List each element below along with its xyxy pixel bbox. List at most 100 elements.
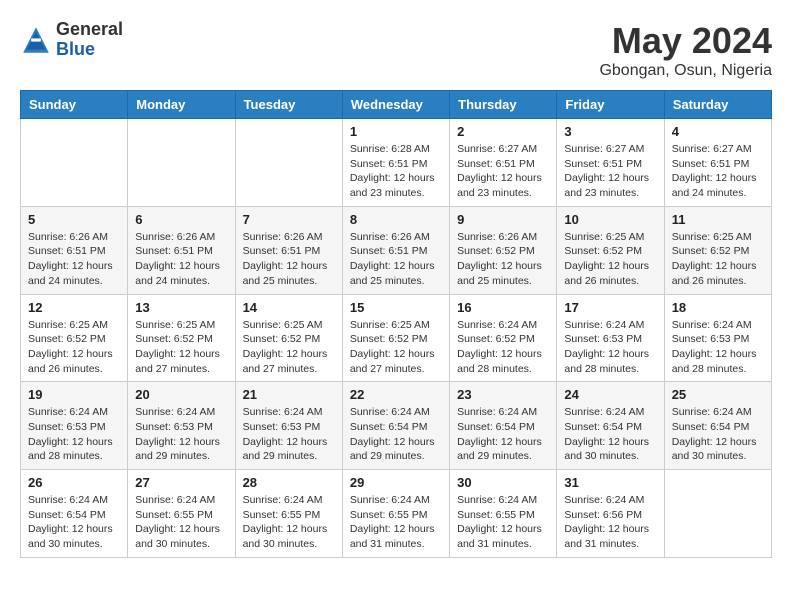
calendar-cell: 18Sunrise: 6:24 AMSunset: 6:53 PMDayligh…	[664, 294, 771, 382]
day-info: Sunrise: 6:24 AMSunset: 6:52 PMDaylight:…	[457, 318, 549, 377]
day-number: 24	[564, 387, 656, 402]
day-number: 17	[564, 300, 656, 315]
day-info: Sunrise: 6:24 AMSunset: 6:54 PMDaylight:…	[350, 405, 442, 464]
day-number: 11	[672, 212, 764, 227]
logo-icon	[20, 24, 52, 56]
day-header-saturday: Saturday	[664, 91, 771, 119]
calendar-table: SundayMondayTuesdayWednesdayThursdayFrid…	[20, 90, 772, 558]
calendar-cell	[21, 119, 128, 207]
day-info: Sunrise: 6:24 AMSunset: 6:55 PMDaylight:…	[135, 493, 227, 552]
day-number: 23	[457, 387, 549, 402]
day-info: Sunrise: 6:25 AMSunset: 6:52 PMDaylight:…	[243, 318, 335, 377]
day-number: 5	[28, 212, 120, 227]
calendar-cell	[664, 470, 771, 558]
calendar-cell	[128, 119, 235, 207]
calendar-cell: 25Sunrise: 6:24 AMSunset: 6:54 PMDayligh…	[664, 382, 771, 470]
calendar-cell: 17 Sunrise: 6:24 AMSunset: 6:53 PMDayligh…	[557, 294, 664, 382]
day-info: Sunrise: 6:24 AMSunset: 6:54 PMDaylight:…	[564, 405, 656, 464]
day-number: 19	[28, 387, 120, 402]
calendar-cell: 14Sunrise: 6:25 AMSunset: 6:52 PMDayligh…	[235, 294, 342, 382]
calendar-cell: 24 Sunrise: 6:24 AMSunset: 6:54 PMDayligh…	[557, 382, 664, 470]
calendar-cell: 16 Sunrise: 6:24 AMSunset: 6:52 PMDayligh…	[450, 294, 557, 382]
day-header-wednesday: Wednesday	[342, 91, 449, 119]
day-info: Sunrise: 6:26 AMSunset: 6:51 PMDaylight:…	[135, 230, 227, 289]
calendar-cell: 29 Sunrise: 6:24 AMSunset: 6:55 PMDayligh…	[342, 470, 449, 558]
day-number: 15	[350, 300, 442, 315]
calendar-cell: 28 Sunrise: 6:24 AMSunset: 6:55 PMDayligh…	[235, 470, 342, 558]
day-info: Sunrise: 6:27 AMSunset: 6:51 PMDaylight:…	[457, 142, 549, 201]
week-row-1: 1Sunrise: 6:28 AMSunset: 6:51 PMDaylight…	[21, 119, 772, 207]
day-info: Sunrise: 6:24 AMSunset: 6:53 PMDaylight:…	[135, 405, 227, 464]
day-number: 22	[350, 387, 442, 402]
logo-blue-text: Blue	[56, 39, 95, 59]
days-header-row: SundayMondayTuesdayWednesdayThursdayFrid…	[21, 91, 772, 119]
calendar-cell: 11Sunrise: 6:25 AMSunset: 6:52 PMDayligh…	[664, 206, 771, 294]
day-info: Sunrise: 6:24 AMSunset: 6:55 PMDaylight:…	[350, 493, 442, 552]
day-number: 1	[350, 124, 442, 139]
calendar-cell: 4 Sunrise: 6:27 AMSunset: 6:51 PMDaylight…	[664, 119, 771, 207]
calendar-cell: 1Sunrise: 6:28 AMSunset: 6:51 PMDaylight…	[342, 119, 449, 207]
day-number: 18	[672, 300, 764, 315]
day-number: 13	[135, 300, 227, 315]
title-block: May 2024 Gbongan, Osun, Nigeria	[599, 20, 772, 80]
calendar-cell: 26 Sunrise: 6:24 AMSunset: 6:54 PMDayligh…	[21, 470, 128, 558]
day-number: 9	[457, 212, 549, 227]
day-number: 4	[672, 124, 764, 139]
day-info: Sunrise: 6:24 AMSunset: 6:55 PMDaylight:…	[457, 493, 549, 552]
day-info: Sunrise: 6:26 AMSunset: 6:51 PMDaylight:…	[350, 230, 442, 289]
calendar-cell: 19 Sunrise: 6:24 AMSunset: 6:53 PMDayligh…	[21, 382, 128, 470]
calendar-cell: 15 Sunrise: 6:25 AMSunset: 6:52 PMDayligh…	[342, 294, 449, 382]
logo-general-text: General	[56, 19, 123, 39]
day-number: 27	[135, 475, 227, 490]
calendar-cell: 10Sunrise: 6:25 AMSunset: 6:52 PMDayligh…	[557, 206, 664, 294]
calendar-cell: 27 Sunrise: 6:24 AMSunset: 6:55 PMDayligh…	[128, 470, 235, 558]
day-number: 2	[457, 124, 549, 139]
day-info: Sunrise: 6:24 AMSunset: 6:54 PMDaylight:…	[28, 493, 120, 552]
calendar-cell: 3 Sunrise: 6:27 AMSunset: 6:51 PMDaylight…	[557, 119, 664, 207]
day-info: Sunrise: 6:27 AMSunset: 6:51 PMDaylight:…	[672, 142, 764, 201]
day-info: Sunrise: 6:24 AMSunset: 6:53 PMDaylight:…	[243, 405, 335, 464]
week-row-2: 5 Sunrise: 6:26 AMSunset: 6:51 PMDaylight…	[21, 206, 772, 294]
day-info: Sunrise: 6:26 AMSunset: 6:52 PMDaylight:…	[457, 230, 549, 289]
day-info: Sunrise: 6:24 AMSunset: 6:53 PMDaylight:…	[28, 405, 120, 464]
calendar-cell: 2 Sunrise: 6:27 AMSunset: 6:51 PMDaylight…	[450, 119, 557, 207]
day-number: 7	[243, 212, 335, 227]
week-row-5: 26 Sunrise: 6:24 AMSunset: 6:54 PMDayligh…	[21, 470, 772, 558]
day-info: Sunrise: 6:24 AMSunset: 6:55 PMDaylight:…	[243, 493, 335, 552]
day-info: Sunrise: 6:26 AMSunset: 6:51 PMDaylight:…	[28, 230, 120, 289]
month-title: May 2024	[599, 20, 772, 62]
calendar-cell: 6Sunrise: 6:26 AMSunset: 6:51 PMDaylight…	[128, 206, 235, 294]
day-number: 25	[672, 387, 764, 402]
calendar-cell: 7 Sunrise: 6:26 AMSunset: 6:51 PMDaylight…	[235, 206, 342, 294]
day-number: 8	[350, 212, 442, 227]
page-header: General Blue May 2024 Gbongan, Osun, Nig…	[20, 20, 772, 80]
day-number: 10	[564, 212, 656, 227]
day-number: 20	[135, 387, 227, 402]
calendar-cell: 31 Sunrise: 6:24 AMSunset: 6:56 PMDayligh…	[557, 470, 664, 558]
day-number: 28	[243, 475, 335, 490]
calendar-cell	[235, 119, 342, 207]
week-row-3: 12 Sunrise: 6:25 AMSunset: 6:52 PMDayligh…	[21, 294, 772, 382]
calendar-cell: 20 Sunrise: 6:24 AMSunset: 6:53 PMDayligh…	[128, 382, 235, 470]
day-info: Sunrise: 6:25 AMSunset: 6:52 PMDaylight:…	[350, 318, 442, 377]
day-header-sunday: Sunday	[21, 91, 128, 119]
calendar-cell: 9 Sunrise: 6:26 AMSunset: 6:52 PMDaylight…	[450, 206, 557, 294]
location: Gbongan, Osun, Nigeria	[599, 62, 772, 80]
day-info: Sunrise: 6:24 AMSunset: 6:53 PMDaylight:…	[564, 318, 656, 377]
calendar-cell: 30Sunrise: 6:24 AMSunset: 6:55 PMDayligh…	[450, 470, 557, 558]
day-number: 21	[243, 387, 335, 402]
day-info: Sunrise: 6:25 AMSunset: 6:52 PMDaylight:…	[28, 318, 120, 377]
day-number: 26	[28, 475, 120, 490]
day-header-tuesday: Tuesday	[235, 91, 342, 119]
day-number: 3	[564, 124, 656, 139]
logo: General Blue	[20, 20, 123, 60]
day-number: 29	[350, 475, 442, 490]
day-info: Sunrise: 6:24 AMSunset: 6:56 PMDaylight:…	[564, 493, 656, 552]
day-info: Sunrise: 6:26 AMSunset: 6:51 PMDaylight:…	[243, 230, 335, 289]
day-number: 12	[28, 300, 120, 315]
day-header-monday: Monday	[128, 91, 235, 119]
day-info: Sunrise: 6:27 AMSunset: 6:51 PMDaylight:…	[564, 142, 656, 201]
day-number: 31	[564, 475, 656, 490]
day-number: 16	[457, 300, 549, 315]
day-info: Sunrise: 6:25 AMSunset: 6:52 PMDaylight:…	[135, 318, 227, 377]
